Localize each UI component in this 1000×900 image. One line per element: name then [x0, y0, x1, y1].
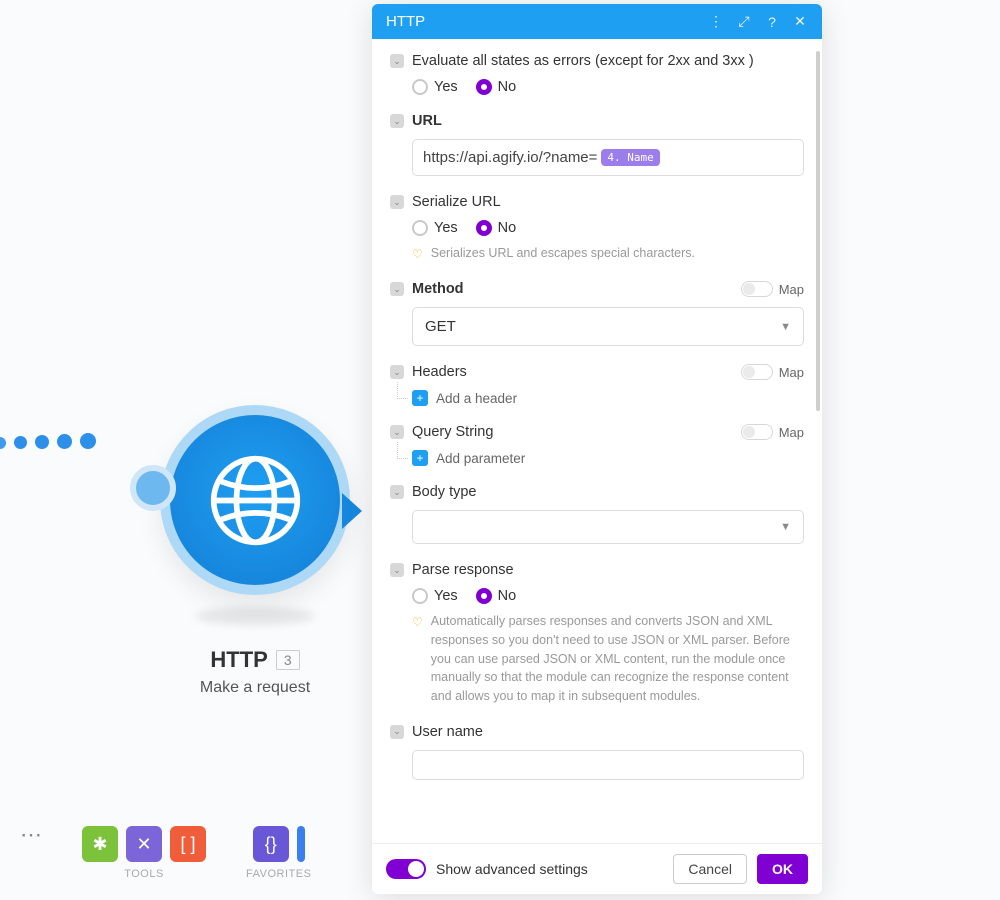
- panel-body: ⌄ Evaluate all states as errors (except …: [372, 39, 822, 843]
- collapse-icon[interactable]: ⌄: [390, 114, 404, 128]
- ok-button[interactable]: OK: [757, 854, 808, 884]
- parse-label: Parse response: [412, 562, 514, 578]
- panel-header: HTTP ⋮ ⤢ ? ✕: [372, 4, 822, 39]
- chevron-down-icon: ▼: [780, 321, 791, 333]
- wrench-icon: ✕: [136, 834, 151, 855]
- query-map-label: Map: [779, 425, 804, 440]
- panel-close-icon[interactable]: ✕: [792, 14, 808, 30]
- http-node[interactable]: HTTP 3 Make a request: [160, 405, 350, 697]
- node-connector-right[interactable]: [342, 493, 362, 529]
- add-parameter-button[interactable]: + Add parameter: [390, 450, 804, 466]
- username-input[interactable]: [412, 750, 804, 780]
- node-shadow: [195, 607, 315, 625]
- more-menu[interactable]: ⋯: [20, 822, 42, 848]
- tools-button-1[interactable]: ✱: [82, 826, 118, 862]
- cancel-button[interactable]: Cancel: [673, 854, 747, 884]
- headers-label: Headers: [412, 364, 467, 380]
- collapse-icon[interactable]: ⌄: [390, 365, 404, 379]
- gear-icon: ✱: [92, 834, 107, 855]
- collapse-icon[interactable]: ⌄: [390, 425, 404, 439]
- bulb-icon: ♡: [412, 613, 423, 706]
- node-circle[interactable]: [160, 405, 350, 595]
- collapse-icon[interactable]: ⌄: [390, 282, 404, 296]
- parse-yes-radio[interactable]: Yes: [412, 588, 458, 604]
- method-map-label: Map: [779, 282, 804, 297]
- panel-menu-icon[interactable]: ⋮: [708, 14, 724, 30]
- favorite-button-1[interactable]: {}: [253, 826, 289, 862]
- toolbar-section-tools: TOOLS: [124, 868, 164, 880]
- plus-icon: +: [412, 450, 428, 466]
- collapse-icon[interactable]: ⌄: [390, 54, 404, 68]
- node-subtitle: Make a request: [160, 679, 350, 697]
- url-mapped-pill[interactable]: 4. Name: [601, 149, 659, 166]
- method-map-toggle[interactable]: [741, 281, 773, 297]
- advanced-settings-label: Show advanced settings: [436, 861, 663, 877]
- add-header-button[interactable]: + Add a header: [390, 390, 804, 406]
- parse-hint: Automatically parses responses and conve…: [431, 612, 804, 706]
- url-input[interactable]: https://api.agify.io/?name= 4. Name: [412, 139, 804, 176]
- headers-map-toggle[interactable]: [741, 364, 773, 380]
- serialize-yes-radio[interactable]: Yes: [412, 220, 458, 236]
- collapse-icon[interactable]: ⌄: [390, 195, 404, 209]
- panel-expand-icon[interactable]: ⤢: [736, 14, 752, 30]
- plus-icon: +: [412, 390, 428, 406]
- node-run-count-badge[interactable]: 3: [276, 650, 300, 670]
- http-config-panel: HTTP ⋮ ⤢ ? ✕ ⌄ Evaluate all states as er…: [372, 4, 822, 894]
- panel-footer: Show advanced settings Cancel OK: [372, 843, 822, 894]
- url-value: https://api.agify.io/?name=: [423, 149, 597, 166]
- parse-no-radio[interactable]: No: [476, 588, 517, 604]
- globe-icon: [208, 453, 303, 548]
- serialize-label: Serialize URL: [412, 194, 501, 210]
- bulb-icon: ♡: [412, 245, 423, 263]
- node-handle-left[interactable]: [130, 465, 176, 511]
- evaluate-no-radio[interactable]: No: [476, 79, 517, 95]
- node-title: HTTP: [210, 647, 267, 673]
- collapse-icon[interactable]: ⌄: [390, 725, 404, 739]
- favorite-button-2[interactable]: [297, 826, 305, 862]
- connection-dots: [0, 428, 104, 454]
- panel-title: HTTP: [386, 13, 696, 30]
- method-value: GET: [425, 318, 456, 335]
- braces-icon: {}: [265, 834, 277, 855]
- body-type-select[interactable]: ▼: [412, 510, 804, 544]
- username-label: User name: [412, 724, 483, 740]
- toolbar-section-favorites: FAVORITES: [246, 868, 311, 880]
- url-label: URL: [412, 113, 442, 129]
- scrollbar-thumb[interactable]: [816, 51, 820, 411]
- advanced-settings-toggle[interactable]: [386, 859, 426, 879]
- serialize-hint: Serializes URL and escapes special chara…: [431, 244, 695, 263]
- collapse-icon[interactable]: ⌄: [390, 485, 404, 499]
- evaluate-yes-radio[interactable]: Yes: [412, 79, 458, 95]
- evaluate-label: Evaluate all states as errors (except fo…: [412, 53, 754, 69]
- panel-help-icon[interactable]: ?: [764, 14, 780, 30]
- serialize-no-radio[interactable]: No: [476, 220, 517, 236]
- collapse-icon[interactable]: ⌄: [390, 563, 404, 577]
- method-select[interactable]: GET ▼: [412, 307, 804, 346]
- query-label: Query String: [412, 424, 493, 440]
- chevron-down-icon: ▼: [780, 521, 791, 533]
- method-label: Method: [412, 281, 464, 297]
- headers-map-label: Map: [779, 365, 804, 380]
- tools-button-3[interactable]: [ ]: [170, 826, 206, 862]
- brackets-icon: [ ]: [180, 834, 195, 855]
- body-type-label: Body type: [412, 484, 477, 500]
- tools-button-2[interactable]: ✕: [126, 826, 162, 862]
- query-map-toggle[interactable]: [741, 424, 773, 440]
